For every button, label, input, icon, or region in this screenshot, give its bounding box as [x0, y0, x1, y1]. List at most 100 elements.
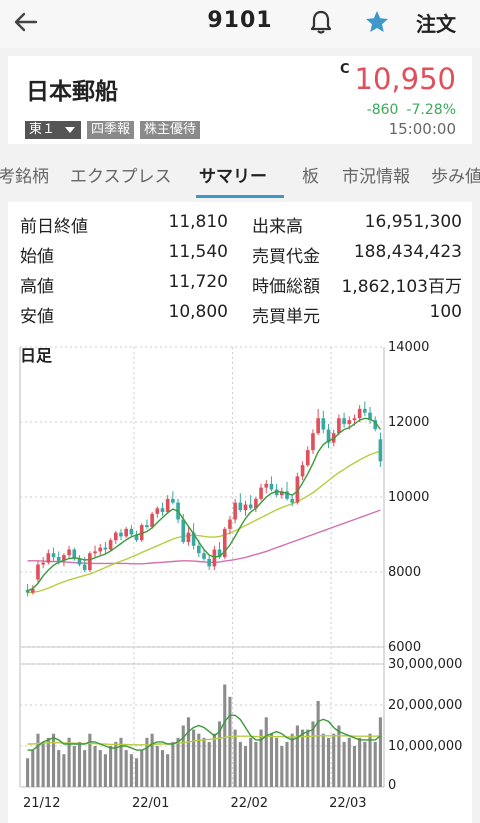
volume-bar — [326, 737, 331, 787]
volume-bar — [181, 725, 185, 787]
candle-body — [212, 549, 217, 567]
candle-body — [186, 532, 191, 542]
candle-body — [202, 553, 206, 559]
volume-bar — [378, 717, 382, 787]
volume-bar — [358, 737, 362, 787]
price-tick-label: 8000 — [388, 565, 421, 580]
volume-bar — [269, 733, 274, 787]
candle-body — [46, 553, 51, 563]
candle-body — [124, 528, 128, 537]
candle-body — [160, 508, 165, 512]
summary-panel: 前日終値 11,810 出来高 16,951,300 始値 11,540 売買代金 18… — [8, 202, 472, 823]
candle-body — [352, 418, 357, 421]
volume-bar — [316, 700, 320, 787]
volume-bar — [306, 729, 310, 787]
candle-body — [98, 547, 103, 552]
volume-bar — [212, 733, 216, 787]
price-time: 15:00:00 — [388, 120, 456, 138]
candle-body — [316, 418, 320, 434]
candle-body — [77, 558, 82, 565]
order-button[interactable]: 注文 — [416, 8, 456, 37]
candle-body — [311, 433, 315, 451]
volume-bar — [83, 750, 87, 787]
x-tick-label: 22/02 — [231, 796, 268, 811]
price-tick-label: 6000 — [388, 640, 421, 655]
volume-bar — [62, 754, 66, 787]
candle-body — [41, 562, 45, 565]
change-amount: -860 — [366, 102, 399, 118]
shikiho-tag[interactable]: 四季報 — [87, 121, 135, 139]
price-tick-label: 14000 — [388, 340, 429, 355]
candle-body — [342, 418, 346, 424]
volume-bar — [160, 750, 165, 787]
star-icon[interactable] — [363, 8, 391, 36]
volume-bar — [57, 750, 61, 787]
volume-bar — [31, 750, 35, 787]
volume-bar — [103, 754, 107, 787]
tab-summary[interactable]: サマリー — [199, 162, 267, 187]
price-flag: C — [340, 62, 350, 77]
volume-bar — [290, 733, 294, 787]
volume-bar — [202, 737, 206, 787]
candle-body — [108, 540, 113, 550]
volume-bar — [41, 741, 45, 787]
volume-bar — [129, 754, 133, 787]
candle-body — [290, 498, 295, 503]
tab-market-info[interactable]: 市況情報 — [342, 162, 410, 187]
candle-body — [269, 483, 274, 490]
bell-icon[interactable] — [307, 8, 335, 36]
candle-body — [145, 525, 149, 527]
candle-body — [150, 513, 154, 527]
volume-bar — [109, 746, 113, 787]
tab-related-stocks[interactable]: 考銘柄 — [0, 162, 49, 187]
stock-tags: 東１ 四季報 株主優待 — [25, 121, 201, 139]
volume-bar — [368, 733, 372, 787]
candle-body — [165, 498, 170, 512]
candle-body — [113, 532, 118, 541]
tab-bar: 考銘柄 エクスプレス サマリー 板 市況情報 歩み値 — [0, 150, 480, 198]
market-label: 東１ — [29, 122, 56, 137]
candle-body — [321, 418, 326, 430]
x-tick-label: 21/12 — [23, 796, 60, 811]
tab-express[interactable]: エクスプレス — [70, 162, 172, 187]
volume-bar — [311, 721, 315, 787]
volume-bar — [98, 750, 102, 787]
volume-bar — [124, 750, 128, 787]
volume-bar — [93, 746, 97, 787]
candle-body — [56, 557, 61, 561]
change-percent: -7.28% — [406, 102, 456, 118]
volume-bar — [280, 746, 284, 787]
candle-body — [238, 502, 243, 511]
volume-bar — [321, 733, 325, 787]
stock-code-title: 9101 — [207, 8, 273, 33]
shareholder-benefit-tag[interactable]: 株主優待 — [140, 121, 201, 139]
volume-bar — [332, 733, 336, 787]
volume-tick-label: 20,000,000 — [388, 698, 462, 713]
tab-time-and-sales[interactable]: 歩み値 — [431, 162, 480, 187]
candle-body — [347, 420, 352, 424]
volume-bar — [363, 741, 367, 787]
volume-bar — [67, 737, 71, 787]
candle-body — [82, 564, 87, 571]
candle-body — [171, 498, 175, 503]
volume-bar — [337, 725, 341, 787]
daily-candlestick-chart[interactable]: 14000 12000 10000 8000 6000 30,000,000 20,000,… — [8, 202, 472, 823]
x-tick-label: 22/03 — [329, 796, 366, 811]
market-selector[interactable]: 東１ — [25, 121, 82, 139]
candle-body — [181, 519, 186, 542]
candle-body — [36, 564, 40, 580]
active-tab-indicator — [196, 195, 284, 198]
candle-body — [228, 519, 232, 529]
volume-bar — [228, 696, 232, 787]
tab-board[interactable]: 板 — [302, 162, 319, 187]
candle-body — [129, 528, 134, 535]
top-bar: 9101 注文 — [0, 0, 480, 48]
volume-bar — [26, 758, 30, 787]
volume-bar — [176, 737, 180, 787]
candle-body — [363, 408, 367, 413]
volume-bar — [342, 741, 346, 787]
volume-bar — [197, 733, 201, 787]
volume-bar — [192, 729, 196, 787]
volume-bar — [36, 733, 40, 787]
volume-tick-label: 0 — [388, 778, 396, 793]
